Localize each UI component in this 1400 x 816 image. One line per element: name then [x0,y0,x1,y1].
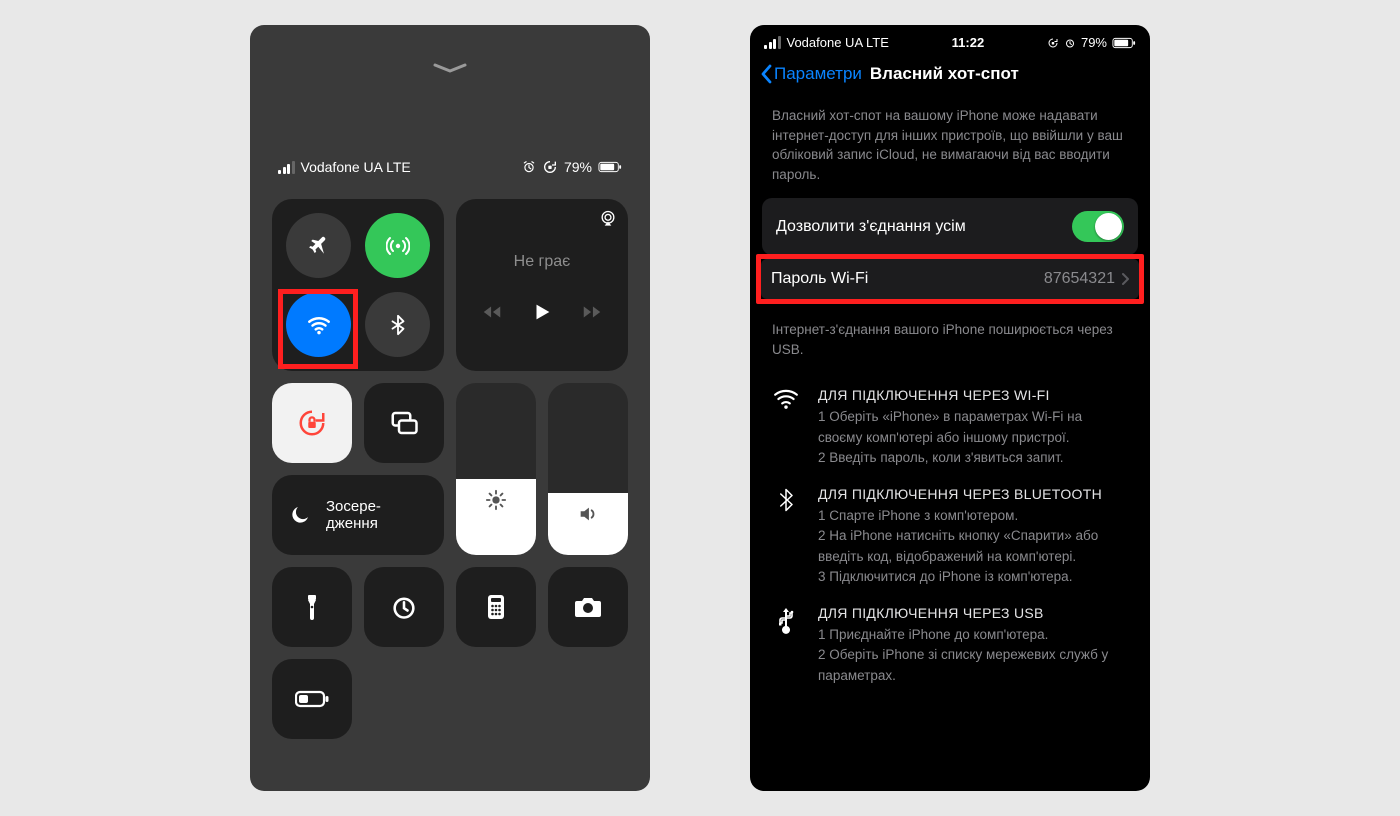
carrier-label: Vodafone UA LTE [301,159,411,175]
help-usb-line: 1 Приєднайте iPhone до комп'ютера. [818,625,1128,645]
camera-icon [573,595,603,619]
back-label: Параметри [774,64,862,84]
usb-icon [772,605,800,686]
rotation-lock-tile[interactable] [272,383,352,463]
alarm-icon [522,160,536,174]
flashlight-tile[interactable] [272,567,352,647]
screen-mirroring-tile[interactable] [364,383,444,463]
hotspot-settings-screen: Vodafone UA LTE 11:22 79% Параметри Влас… [750,25,1150,791]
wifi-icon [772,387,800,468]
help-bt-heading: ДЛЯ ПІДКЛЮЧЕННЯ ЧЕРЕЗ BLUETOOTH [818,486,1128,502]
rewind-icon[interactable] [481,301,503,323]
alarm-icon [1064,37,1076,49]
airplane-mode-button[interactable] [286,213,351,278]
play-icon[interactable] [531,301,553,323]
wifi-password-cell[interactable]: Пароль Wi-Fi 87654321 [761,259,1139,299]
flashlight-icon [300,593,324,621]
rotation-lock-icon [1047,37,1059,49]
help-wifi: ДЛЯ ПІДКЛЮЧЕННЯ ЧЕРЕЗ WI-FI 1 Оберіть «i… [750,373,1150,472]
brightness-slider[interactable] [456,383,536,555]
nav-bar: Параметри Власний хот-спот [750,54,1150,100]
battery-icon [598,161,622,173]
allow-group: Дозволити з'єднання усім [762,198,1138,255]
media-module[interactable]: Не грає [456,199,628,371]
help-usb-line: 2 Оберіть iPhone зі списку мережевих слу… [818,645,1128,686]
page-title: Власний хот-спот [870,64,1019,84]
help-bluetooth: ДЛЯ ПІДКЛЮЧЕННЯ ЧЕРЕЗ BLUETOOTH 1 Спарте… [750,472,1150,591]
calculator-tile[interactable] [456,567,536,647]
timer-tile[interactable] [364,567,444,647]
antenna-icon [386,234,410,258]
control-center-screen: Vodafone UA LTE 79% [250,25,650,791]
carrier-label: Vodafone UA LTE [787,35,889,50]
wifi-icon [306,312,332,338]
allow-others-cell[interactable]: Дозволити з'єднання усім [762,198,1138,255]
focus-tile[interactable]: Зосере- дження [272,475,444,555]
password-highlight-annotation: Пароль Wi-Fi 87654321 [756,254,1144,304]
connectivity-module [272,199,444,371]
forward-icon[interactable] [581,301,603,323]
bluetooth-button[interactable] [365,292,430,357]
airplay-icon[interactable] [598,209,618,229]
clock: 11:22 [889,35,1047,50]
calculator-icon [484,593,508,621]
battery-percent: 79% [1081,35,1107,50]
help-bt-line: 2 На iPhone натисніть кнопку «Спарити» а… [818,526,1128,567]
help-wifi-line: 2 Введіть пароль, коли з'явиться запит. [818,448,1128,468]
help-wifi-line: 1 Оберіть «iPhone» в параметрах Wi-Fi на… [818,407,1128,448]
cc-status-bar: Vodafone UA LTE 79% [250,159,650,175]
rotation-lock-red-icon [297,408,327,438]
bluetooth-icon [387,314,409,336]
help-bt-line: 3 Підключитися до iPhone із комп'ютера. [818,567,1128,587]
wifi-password-label: Пароль Wi-Fi [771,270,868,288]
intro-text: Власний хот-спот на вашому iPhone може н… [750,100,1150,198]
help-usb: ДЛЯ ПІДКЛЮЧЕННЯ ЧЕРЕЗ USB 1 Приєднайте i… [750,591,1150,690]
help-usb-heading: ДЛЯ ПІДКЛЮЧЕННЯ ЧЕРЕЗ USB [818,605,1128,621]
low-power-icon [295,690,329,708]
settings-status-bar: Vodafone UA LTE 11:22 79% [750,25,1150,54]
rotation-lock-icon [542,159,558,175]
help-wifi-heading: ДЛЯ ПІДКЛЮЧЕННЯ ЧЕРЕЗ WI-FI [818,387,1128,403]
low-power-tile[interactable] [272,659,352,739]
back-button[interactable]: Параметри [760,64,862,84]
battery-icon [1112,37,1136,49]
focus-label: Зосере- дження [326,498,381,533]
moon-icon [288,503,312,527]
allow-others-label: Дозволити з'єднання усім [776,218,966,236]
battery-percent: 79% [564,159,592,175]
cc-grid: Не грає Зосере- дження [250,199,650,739]
cellular-data-button[interactable] [365,213,430,278]
grabber-icon[interactable] [433,63,467,69]
wifi-password-value: 87654321 [1044,270,1115,288]
allow-toggle[interactable] [1072,211,1124,242]
camera-tile[interactable] [548,567,628,647]
timer-icon [390,593,418,621]
media-title: Не грає [514,253,571,271]
volume-slider[interactable] [548,383,628,555]
usb-sharing-text: Інтернет-з'єднання вашого iPhone поширює… [750,304,1150,373]
screen-mirror-icon [389,408,419,438]
chevron-left-icon [760,64,772,84]
signal-bars-icon [278,161,295,174]
chevron-right-icon [1121,272,1129,286]
signal-bars-icon [764,36,781,49]
help-bt-line: 1 Спарте iPhone з комп'ютером. [818,506,1128,526]
brightness-icon [485,489,507,511]
wifi-button[interactable] [286,292,351,357]
volume-icon [577,503,599,525]
bluetooth-icon [772,486,800,587]
airplane-icon [307,234,331,258]
